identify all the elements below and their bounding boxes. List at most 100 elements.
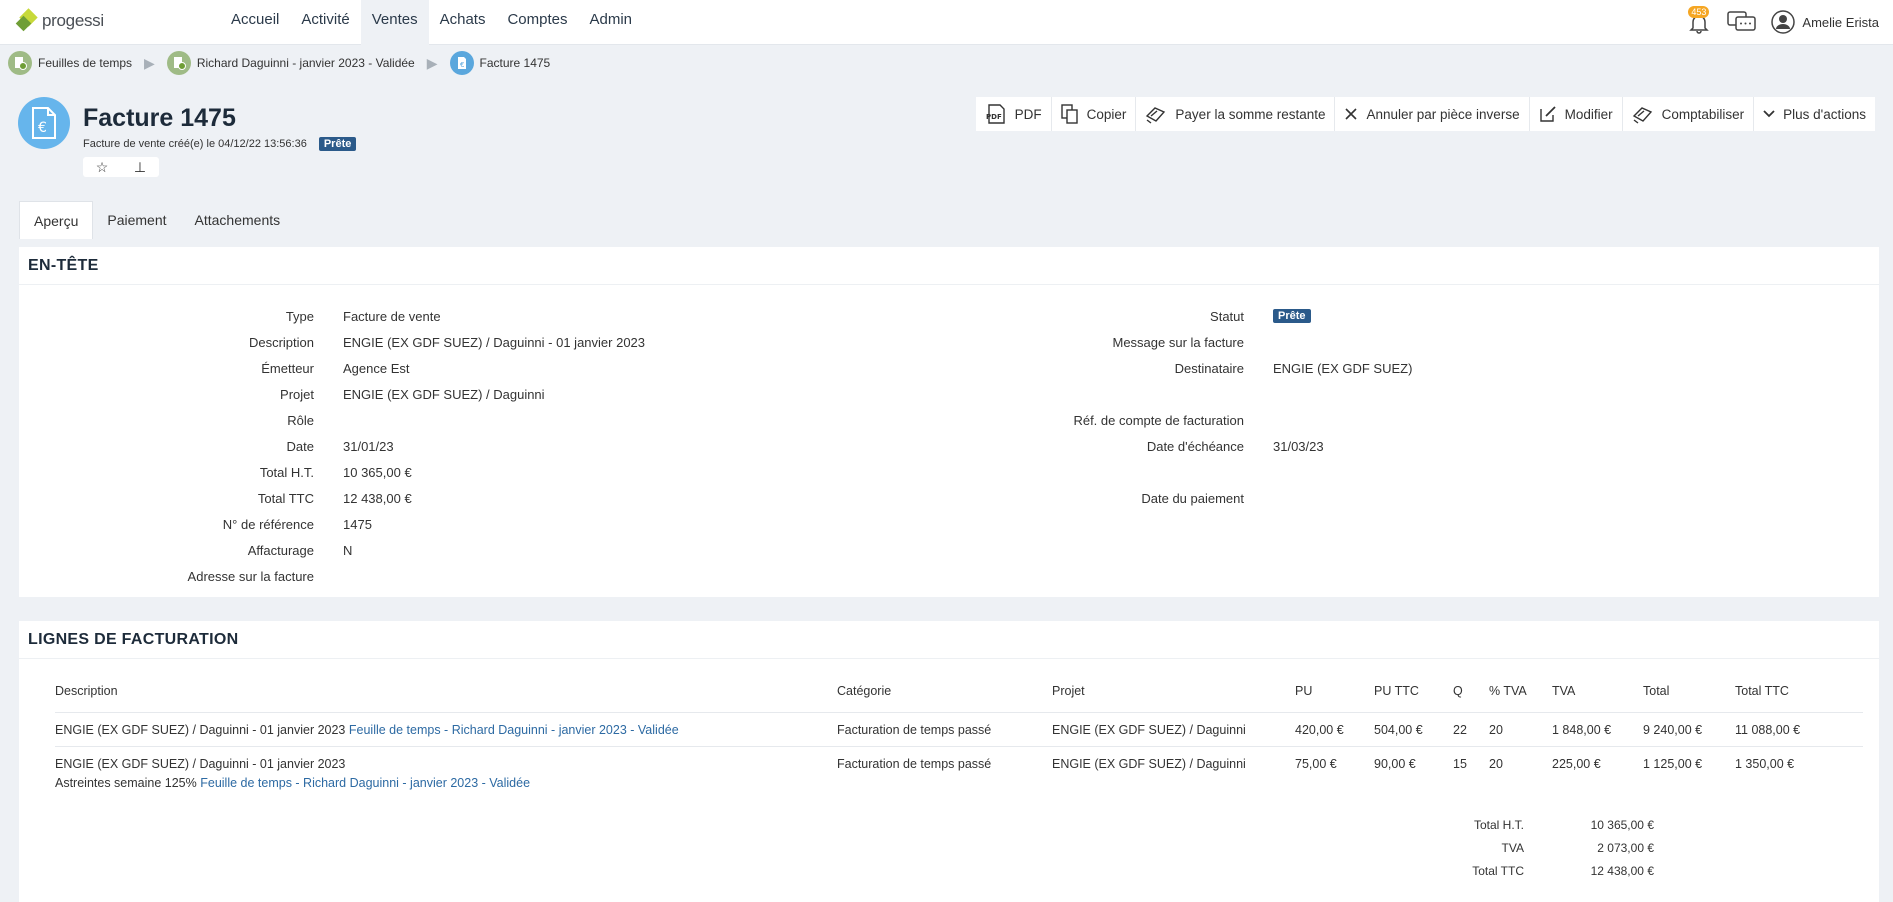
messages-button[interactable] — [1727, 10, 1757, 34]
nav-activite[interactable]: Activité — [290, 0, 360, 45]
user-name: Amelie Erista — [1802, 14, 1879, 30]
user-menu[interactable]: Amelie Erista — [1771, 10, 1879, 34]
tab-bar: Aperçu Paiement Attachements — [19, 201, 294, 239]
nav-ventes[interactable]: Ventes — [360, 0, 429, 45]
cell-total-ttc: 11 088,00 € — [1735, 723, 1801, 737]
field-value-affacturage: N — [343, 543, 353, 558]
column-header-description: Description — [55, 684, 118, 698]
cell-tva-pct: 20 — [1489, 757, 1503, 771]
field-value-reference: 1475 — [343, 517, 372, 532]
cell-pu: 420,00 € — [1295, 723, 1344, 737]
field-value-destinataire-link[interactable]: ENGIE (EX GDF SUEZ) — [1273, 361, 1412, 376]
column-header-tva-pct: % TVA — [1489, 684, 1527, 698]
field-label-destinataire: Destinataire — [1174, 361, 1244, 376]
status-badge: Prête — [318, 137, 357, 151]
svg-text:€: € — [38, 120, 47, 136]
field-value-projet-link[interactable]: ENGIE (EX GDF SUEZ) / Daguinni — [343, 387, 545, 402]
timesheet-link[interactable]: Feuille de temps - Richard Daguinni - ja… — [200, 776, 530, 790]
cell-tva: 1 848,00 € — [1552, 723, 1612, 737]
column-header-total-ttc: Total TTC — [1735, 684, 1789, 698]
star-icon: ☆ — [95, 158, 109, 175]
timesheet-icon — [8, 51, 32, 75]
cancel-label: Annuler par pièce inverse — [1366, 106, 1520, 122]
breadcrumb-item-timesheet[interactable]: Richard Daguinni - janvier 2023 - Validé… — [166, 51, 415, 75]
column-header-categorie: Catégorie — [837, 684, 892, 698]
cell-categorie: Facturation de temps passé — [837, 757, 992, 771]
copy-button[interactable]: Copier — [1050, 97, 1136, 131]
page-title: Facture 1475 — [83, 104, 236, 132]
field-label-statut: Statut — [1210, 309, 1244, 324]
more-actions-button[interactable]: Plus d'actions — [1753, 97, 1875, 131]
field-value-emetteur-link[interactable]: Agence Est — [343, 361, 410, 376]
field-value-echeance: 31/03/23 — [1273, 439, 1324, 454]
totals-value-ttc: 12 438,00 € — [1590, 864, 1654, 878]
field-value-type: Facture de vente — [343, 309, 441, 324]
nav-admin[interactable]: Admin — [578, 0, 643, 45]
cell-total: 1 125,00 € — [1643, 757, 1703, 771]
header-section-card: EN-TÊTE Type Facture de vente Descriptio… — [19, 247, 1879, 597]
field-label-emetteur: Émetteur — [261, 361, 314, 376]
cell-projet: ENGIE (EX GDF SUEZ) / Daguinni — [1052, 757, 1246, 771]
favorite-button[interactable]: ☆ — [83, 157, 121, 177]
field-value-statut: Prête — [1273, 307, 1311, 323]
totals-value-ht: 10 365,00 € — [1590, 818, 1654, 832]
column-header-projet: Projet — [1052, 684, 1085, 698]
copy-icon — [1060, 104, 1078, 124]
breadcrumb-separator-icon: ▶ — [426, 54, 438, 71]
column-header-q: Q — [1453, 684, 1463, 698]
cell-total-ttc: 1 350,00 € — [1735, 757, 1795, 771]
nav-accueil[interactable]: Accueil — [220, 0, 290, 45]
chat-icon — [1727, 11, 1757, 31]
column-header-pu: PU — [1295, 684, 1313, 698]
breadcrumb-label: Richard Daguinni - janvier 2023 - Validé… — [196, 56, 415, 70]
pdf-label: PDF — [1014, 106, 1042, 122]
row-separator — [55, 746, 1863, 747]
breadcrumb-separator-icon: ▶ — [144, 54, 155, 71]
nav-achats[interactable]: Achats — [429, 0, 497, 45]
breadcrumb-item-invoice[interactable]: € Facture 1475 — [449, 51, 550, 75]
section-title: EN-TÊTE — [19, 247, 1879, 285]
field-value-description: ENGIE (EX GDF SUEZ) / Daguinni - 01 janv… — [343, 335, 646, 350]
totals-label-ht: Total H.T. — [1473, 818, 1524, 832]
pin-button[interactable]: ⊥ — [121, 157, 159, 177]
field-label-ref-compte: Réf. de compte de facturation — [1073, 413, 1244, 428]
main-nav: Accueil Activité Ventes Achats Comptes A… — [220, 0, 643, 45]
cell-pu: 75,00 € — [1295, 757, 1337, 771]
tab-attachements[interactable]: Attachements — [181, 201, 295, 239]
accounting-icon — [1632, 107, 1652, 124]
accounting-button[interactable]: Comptabiliser — [1621, 97, 1754, 131]
field-label-projet: Projet — [280, 387, 314, 402]
accounting-label: Comptabiliser — [1661, 106, 1745, 122]
top-right-tools: 453 Amelie Erista — [1685, 6, 1879, 36]
top-navigation-bar: progessi Accueil Activité Ventes Achats … — [0, 0, 1893, 45]
breadcrumb: Feuilles de temps ▶ Richard Daguinni - j… — [8, 50, 550, 76]
tab-paiement[interactable]: Paiement — [93, 201, 180, 239]
cell-categorie: Facturation de temps passé — [837, 723, 992, 737]
field-label-type: Type — [285, 309, 314, 324]
app-logo[interactable]: progessi — [15, 8, 104, 32]
field-label-date: Date — [286, 439, 314, 454]
field-value-date: 31/01/23 — [343, 439, 394, 454]
cell-projet: ENGIE (EX GDF SUEZ) / Daguinni — [1052, 723, 1246, 737]
timesheet-icon — [166, 51, 191, 75]
svg-text:€: € — [460, 61, 464, 69]
tab-apercu[interactable]: Aperçu — [19, 201, 94, 239]
pdf-button[interactable]: PDF PDF — [976, 97, 1051, 131]
pay-remaining-button[interactable]: Payer la somme restante — [1135, 97, 1334, 131]
breadcrumb-item-timesheets[interactable]: Feuilles de temps — [8, 51, 132, 75]
field-value-total-ht: 10 365,00 € — [343, 465, 412, 480]
timesheet-link[interactable]: Feuille de temps - Richard Daguinni - ja… — [349, 723, 679, 737]
field-label-role: Rôle — [287, 413, 314, 428]
cancel-reverse-button[interactable]: Annuler par pièce inverse — [1334, 97, 1528, 131]
created-info: Facture de vente créé(e) le 04/12/22 13:… — [83, 138, 307, 150]
field-label-adresse: Adresse sur la facture — [187, 569, 314, 584]
nav-comptes[interactable]: Comptes — [496, 0, 578, 45]
edit-button[interactable]: Modifier — [1528, 97, 1622, 131]
field-label-reference: N° de référence — [222, 517, 314, 532]
field-label-date-paiement: Date du paiement — [1141, 491, 1244, 506]
notifications-button[interactable]: 453 — [1685, 6, 1713, 36]
svg-text:PDF: PDF — [986, 113, 1002, 121]
status-badge: Prête — [1273, 309, 1311, 323]
edit-label: Modifier — [1564, 106, 1613, 122]
edit-icon — [1539, 106, 1556, 122]
